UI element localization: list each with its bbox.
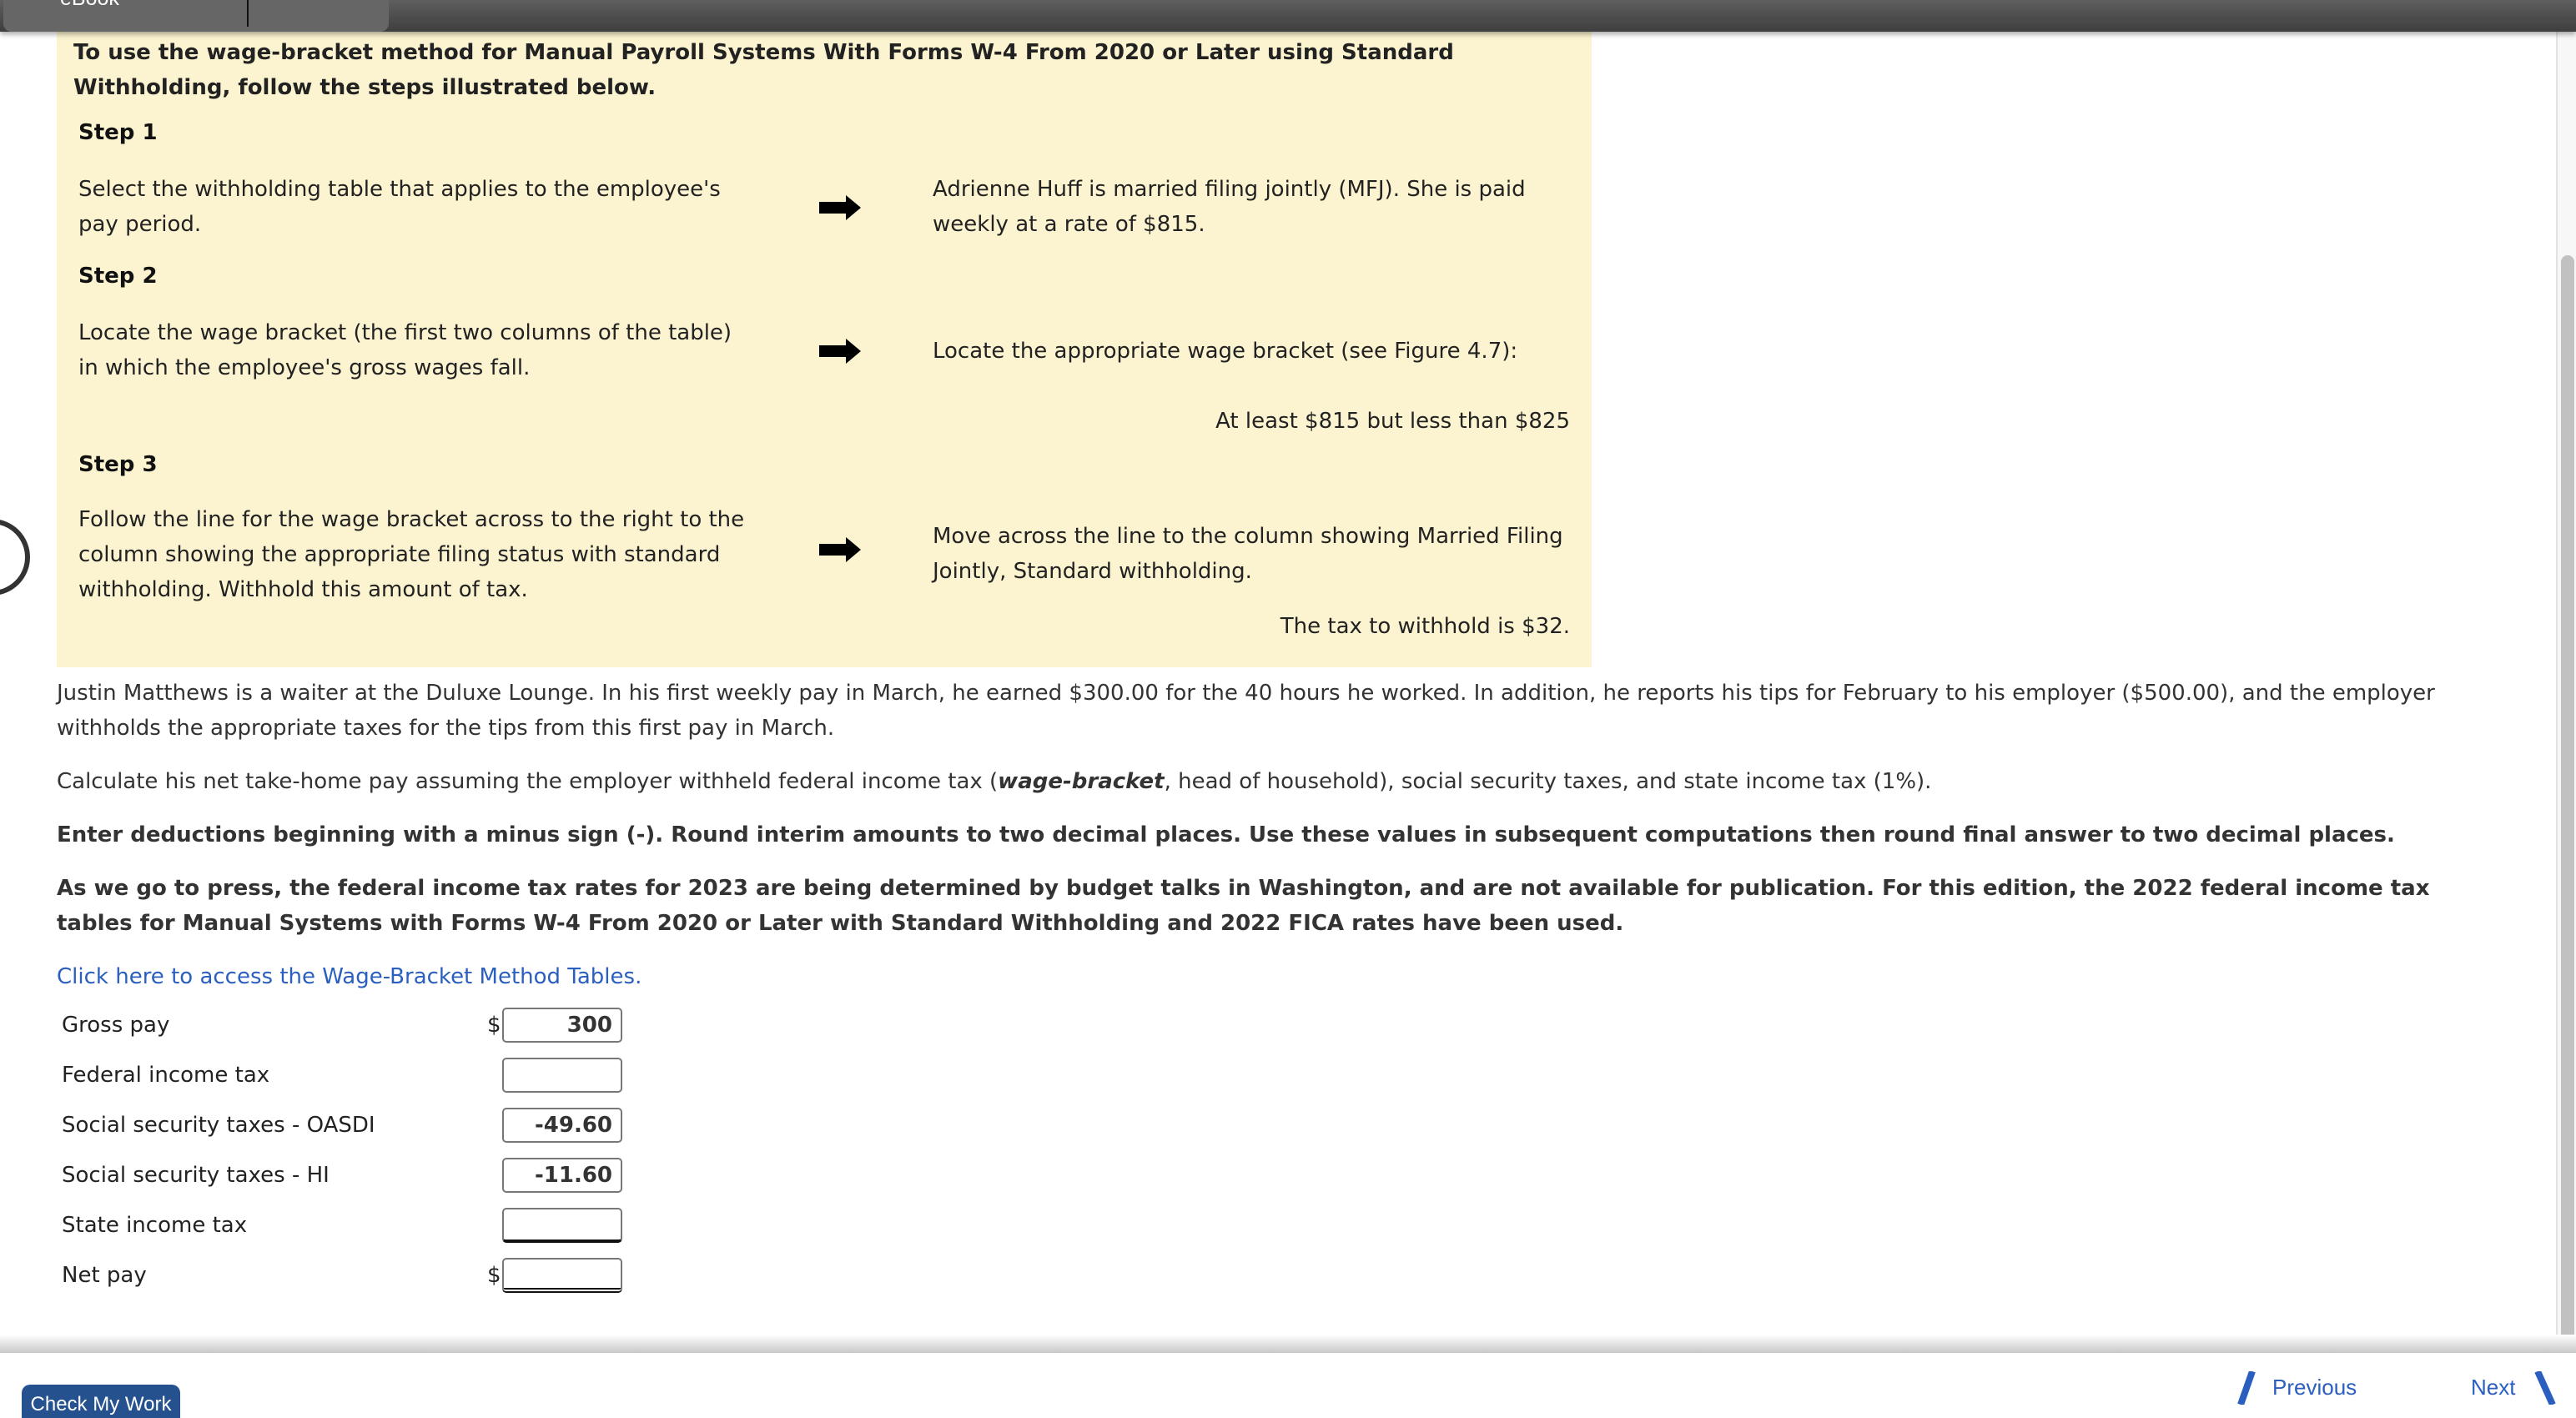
content-area: To use the wage-bracket method for Manua… — [0, 32, 2553, 1350]
problem-scenario: Justin Matthews is a waiter at the Dulux… — [57, 681, 2435, 741]
gross-pay-dollar: $ — [487, 1013, 501, 1038]
step-1-heading: Step 1 — [78, 120, 158, 145]
state-income-tax-input[interactable] — [502, 1208, 622, 1243]
oasdi-label: Social security taxes - OASDI — [62, 1113, 375, 1138]
state-income-tax-label: State income tax — [62, 1213, 248, 1238]
chevron-right-icon — [2534, 1371, 2556, 1405]
step-2-result: At least $815 but less than $825 — [1215, 409, 1570, 434]
tab-divider — [247, 0, 249, 27]
next-label: Next — [2471, 1375, 2516, 1400]
net-pay-label: Net pay — [62, 1263, 147, 1288]
chevron-left-icon — [2237, 1371, 2256, 1405]
previous-button[interactable]: Previous — [2237, 1371, 2357, 1405]
guide-intro: To use the wage-bracket method for Manua… — [73, 40, 1454, 100]
arrow-right-icon — [819, 537, 861, 562]
problem-calculation: Calculate his net take-home pay assuming… — [57, 764, 2459, 799]
check-my-work-button[interactable]: Check My Work — [22, 1385, 180, 1418]
federal-income-tax-input[interactable] — [502, 1058, 622, 1093]
previous-label: Previous — [2272, 1375, 2357, 1400]
step-1-instruction: Select the withholding table that applie… — [78, 177, 721, 237]
hi-input[interactable] — [502, 1158, 622, 1193]
tab-ebook-label: eBook — [60, 0, 119, 11]
calc-prefix: Calculate his net take-home pay assuming… — [57, 769, 999, 794]
step-2-instruction: Locate the wage bracket (the first two c… — [78, 320, 732, 380]
tab-ebook[interactable]: eBook — [3, 0, 389, 32]
calc-suffix: , head of household), social security ta… — [1164, 769, 1932, 794]
gross-pay-label: Gross pay — [62, 1013, 170, 1038]
circle-icon — [0, 519, 30, 596]
arrow-right-icon — [819, 195, 861, 220]
problem-note: As we go to press, the federal income ta… — [57, 876, 2430, 936]
step-3-instruction: Follow the line for the wage bracket acr… — [78, 507, 745, 602]
wage-bracket-tables-link[interactable]: Click here to access the Wage-Bracket Me… — [57, 959, 2459, 994]
federal-income-tax-label: Federal income tax — [62, 1063, 270, 1088]
problem-instructions: Enter deductions beginning with a minus … — [57, 822, 2395, 847]
oasdi-input[interactable] — [502, 1108, 622, 1143]
wage-bracket-guide: To use the wage-bracket method for Manua… — [57, 32, 1592, 667]
footer-bar: Check My Work Previous Next — [0, 1353, 2576, 1418]
step-3-result: The tax to withhold is $32. — [1280, 614, 1570, 639]
step-2-example: Locate the appropriate wage bracket (see… — [933, 339, 1518, 364]
scrollbar-thumb[interactable] — [2561, 255, 2574, 1340]
calc-emphasis: wage-bracket — [998, 769, 1165, 794]
content-bottom-edge — [0, 1335, 2576, 1353]
step-2-heading: Step 2 — [78, 264, 158, 289]
next-button[interactable]: Next — [2471, 1371, 2556, 1405]
step-1-example: Adrienne Huff is married filing jointly … — [933, 177, 1526, 237]
step-3-example: Move across the line to the column showi… — [933, 524, 1563, 584]
net-pay-dollar: $ — [487, 1263, 501, 1288]
step-3-heading: Step 3 — [78, 452, 158, 477]
net-pay-input[interactable] — [502, 1258, 622, 1293]
arrow-right-icon — [819, 339, 861, 364]
gross-pay-input[interactable] — [502, 1008, 622, 1043]
hi-label: Social security taxes - HI — [62, 1163, 330, 1188]
top-toolbar: eBook — [0, 0, 2576, 32]
